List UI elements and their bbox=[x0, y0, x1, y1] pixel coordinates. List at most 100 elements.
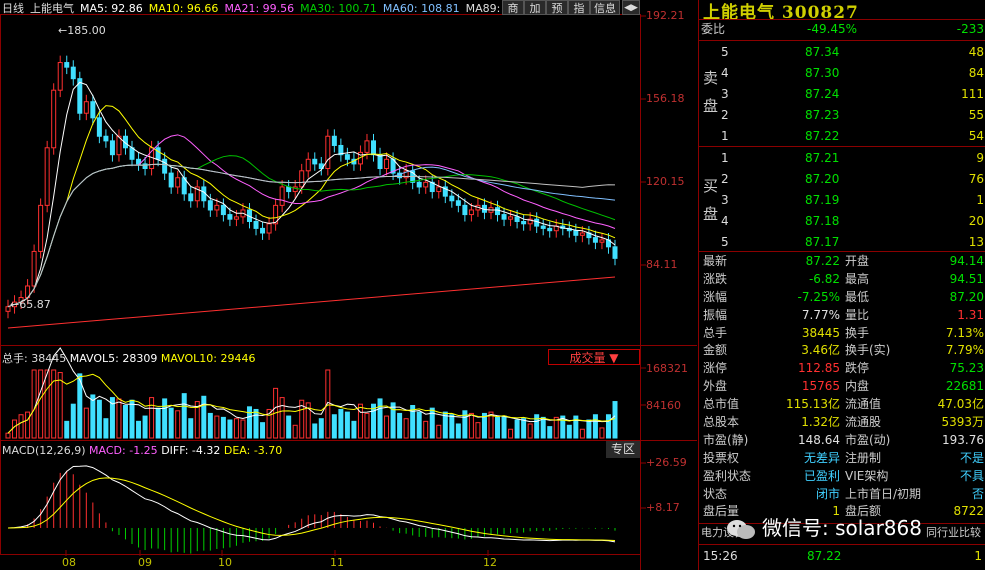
volume-bar bbox=[521, 418, 527, 439]
stat-row: 涨跌 -6.82 最高 94.51 bbox=[703, 271, 984, 289]
volume-bar bbox=[25, 411, 31, 439]
sell-label-char: 卖 bbox=[703, 69, 719, 87]
divider bbox=[699, 40, 985, 41]
stat-value-2: 不具 bbox=[959, 468, 984, 483]
stat-value-2: 否 bbox=[971, 486, 984, 501]
volume-bar bbox=[214, 415, 220, 439]
sell-level: 3 bbox=[721, 87, 729, 101]
candle-body bbox=[57, 62, 63, 91]
candle-body bbox=[207, 200, 213, 211]
indicator-dropdown[interactable]: 成交量 ▼ bbox=[548, 349, 640, 365]
volume-bar bbox=[122, 405, 128, 439]
stat-value-2: 22681 bbox=[945, 379, 984, 394]
volume-bar bbox=[70, 403, 76, 439]
stat-value: 7.77% bbox=[801, 307, 840, 322]
volume-bar bbox=[612, 401, 618, 439]
candle-body bbox=[312, 158, 318, 165]
stat-label-2: 开盘 bbox=[845, 254, 870, 268]
candle-body bbox=[266, 223, 272, 234]
sell-price: 87.22 bbox=[805, 129, 840, 143]
volume-bar bbox=[188, 418, 194, 439]
volume-bar bbox=[90, 394, 96, 439]
stat-row: 总股本 1.32亿 流通股 5393万 bbox=[703, 414, 984, 432]
toolbar-button-info[interactable]: 信息 bbox=[590, 0, 620, 15]
volume-bar bbox=[364, 412, 370, 439]
volume-bar bbox=[599, 427, 605, 439]
weibi-row: 委比 -49.45% -233 bbox=[701, 21, 984, 38]
stat-label-2: 最低 bbox=[845, 289, 870, 304]
period-label: 日线 bbox=[2, 2, 24, 15]
tick-row: 15:26 87.22 1 bbox=[703, 548, 982, 565]
candle-body bbox=[279, 186, 285, 206]
buy-level: 3 bbox=[721, 193, 729, 207]
volume-bar bbox=[436, 424, 442, 439]
buy-side-label: 买盘 bbox=[703, 172, 718, 228]
volume-bar bbox=[64, 420, 70, 439]
candle-body bbox=[508, 216, 514, 220]
stat-row: 涨幅 -7.25% 最低 87.20 bbox=[703, 289, 984, 307]
volume-bar bbox=[227, 419, 233, 439]
stat-value: 1.32亿 bbox=[801, 415, 840, 430]
stat-value: 无差异 bbox=[803, 450, 840, 465]
stat-row: 状态 闭市 上市首日/初期 否 bbox=[703, 486, 984, 504]
stat-row: 金额 3.46亿 换手(实) 7.79% bbox=[703, 342, 984, 360]
volume-bar bbox=[233, 418, 239, 439]
stat-value: 148.64 bbox=[798, 432, 840, 447]
candle-body bbox=[436, 186, 442, 193]
stat-value-2: 7.13% bbox=[945, 325, 984, 340]
volume-bar bbox=[260, 422, 266, 439]
stat-label: 外盘 bbox=[703, 379, 728, 394]
candle-body bbox=[468, 209, 474, 216]
volume-bar bbox=[429, 407, 435, 439]
toolbar-button-shang[interactable]: 商 bbox=[502, 0, 524, 15]
candle-body bbox=[344, 154, 350, 160]
stat-label-2: 上市首日/初期 bbox=[845, 486, 922, 501]
sell-row: 1 87.22 54 bbox=[721, 126, 984, 147]
candle-body bbox=[612, 246, 618, 259]
volume-bar bbox=[495, 416, 501, 439]
volume-bar bbox=[547, 426, 553, 439]
candle-body bbox=[227, 214, 233, 220]
kline-chart-area[interactable]: 日线 上能电气 MA5: 92.86 MA10: 96.66 MA21: 99.56 MA… bbox=[0, 0, 697, 570]
candle-body bbox=[599, 239, 605, 243]
stat-row: 最新 87.22 开盘 94.14 bbox=[703, 253, 984, 271]
wechat-icon bbox=[726, 519, 756, 541]
stat-value-2: 94.51 bbox=[949, 271, 984, 286]
volume-bar bbox=[331, 414, 337, 439]
stat-value-2: 193.76 bbox=[942, 432, 984, 447]
candle-body bbox=[168, 172, 174, 188]
candle-body bbox=[592, 237, 598, 243]
toolbar-button-zhi[interactable]: 指 bbox=[568, 0, 590, 15]
volume-bar bbox=[116, 398, 122, 439]
volume-bar bbox=[155, 407, 161, 439]
peer-compare-link[interactable]: 同行业比较 bbox=[926, 524, 981, 541]
scroll-arrows-icon[interactable]: ◀▶ bbox=[622, 0, 640, 15]
buy-price: 87.20 bbox=[805, 172, 840, 186]
volume-bar bbox=[253, 408, 259, 439]
zone-button[interactable]: 专区 bbox=[606, 441, 640, 458]
stat-row: 盈利状态 已盈利 VIE架构 不具 bbox=[703, 468, 984, 486]
macd-legend: MACD(12,26,9) MACD: -1.25 DIFF: -4.32 DE… bbox=[2, 444, 282, 457]
toolbar-button-yu[interactable]: 预 bbox=[546, 0, 568, 15]
stat-label: 投票权 bbox=[703, 450, 740, 465]
kline-chart-canvas[interactable] bbox=[0, 0, 697, 570]
chart-frame bbox=[0, 14, 641, 555]
stat-value-2: 5393万 bbox=[941, 415, 984, 430]
volume-bar bbox=[397, 412, 403, 439]
candle-body bbox=[155, 147, 161, 160]
sell-volume: 48 bbox=[968, 45, 984, 59]
candle-body bbox=[449, 195, 455, 202]
candle-body bbox=[521, 220, 527, 225]
sell-volume: 54 bbox=[968, 129, 984, 143]
volume-bar bbox=[475, 422, 481, 439]
high-price-value: 185.00 bbox=[67, 24, 106, 37]
stat-value: 15765 bbox=[801, 379, 840, 394]
candle-body bbox=[325, 135, 331, 170]
macd-params: MACD(12,26,9) bbox=[2, 444, 86, 457]
sell-volume: 111 bbox=[961, 87, 984, 101]
stat-row: 外盘 15765 内盘 22681 bbox=[703, 378, 984, 396]
stat-value-2: 8722 bbox=[953, 504, 984, 519]
toolbar-button-jia[interactable]: 加 bbox=[524, 0, 546, 15]
stat-value: -7.25% bbox=[797, 289, 840, 304]
buy-level: 2 bbox=[721, 172, 729, 186]
